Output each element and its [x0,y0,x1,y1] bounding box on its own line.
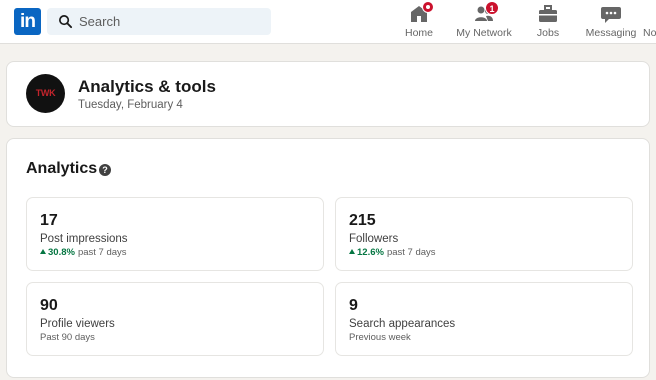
page-title: Analytics & tools [78,77,216,96]
trend-up-icon [349,249,355,254]
analytics-card: Analytics ? 17 Post impressions 30.8% pas… [6,138,650,378]
search-input[interactable] [79,8,265,35]
metric-change-percent: 30.8% [48,247,75,258]
metric-label: Search appearances [349,318,456,330]
metric-value: 90 [40,297,58,314]
metric-label: Followers [349,233,399,245]
notification-dot [422,1,434,13]
home-icon [408,1,434,24]
avatar-logo-text: TWK [35,88,56,98]
analytics-title: Analytics [26,160,98,177]
help-icon[interactable]: ? [99,164,111,176]
nav-messaging-label: Messaging [585,27,637,39]
metric-change: 30.8% past 7 days [40,247,127,258]
metric-label: Post impressions [40,233,128,245]
nav-home[interactable]: Home [398,1,440,40]
metric-value: 17 [40,212,58,229]
nav-my-network-label: My Network [456,27,512,39]
company-avatar[interactable]: TWK [26,74,65,113]
metric-search-appearances[interactable]: 9 Search appearances Previous week [335,282,633,356]
top-nav-bar: in Home 1 My Network [0,0,656,44]
metric-change-percent: 12.6% [357,247,384,258]
metric-profile-viewers[interactable]: 90 Profile viewers Past 90 days [26,282,324,356]
trend-up-icon [40,249,46,254]
notifications-icon [643,4,656,24]
nav-jobs[interactable]: Jobs [530,4,566,40]
metric-value: 215 [349,212,376,229]
linkedin-logo[interactable]: in [14,8,41,35]
nav-notifications[interactable]: No [643,4,656,40]
network-badge: 1 [485,1,499,15]
search-box[interactable] [47,8,271,35]
briefcase-icon [537,4,559,24]
page-header-card: TWK Analytics & tools Tuesday, February … [6,61,650,127]
messaging-icon [600,4,622,24]
search-icon [59,15,73,29]
metric-label: Profile viewers [40,318,115,330]
network-icon: 1 [473,1,499,24]
nav-messaging[interactable]: Messaging [585,4,637,40]
nav-home-label: Home [404,27,433,39]
metric-period: Previous week [349,332,411,343]
nav-notifications-label: No [643,27,656,39]
metric-period: Past 90 days [40,332,95,343]
nav-jobs-label: Jobs [536,27,560,39]
metric-change: 12.6% past 7 days [349,247,436,258]
metric-period: past 7 days [77,247,127,258]
metric-period: past 7 days [386,247,436,258]
metric-value: 9 [349,297,358,314]
page-date: Tuesday, February 4 [78,99,183,111]
nav-my-network[interactable]: 1 My Network [455,1,513,40]
metric-post-impressions[interactable]: 17 Post impressions 30.8% past 7 days [26,197,324,271]
metric-followers[interactable]: 215 Followers 12.6% past 7 days [335,197,633,271]
